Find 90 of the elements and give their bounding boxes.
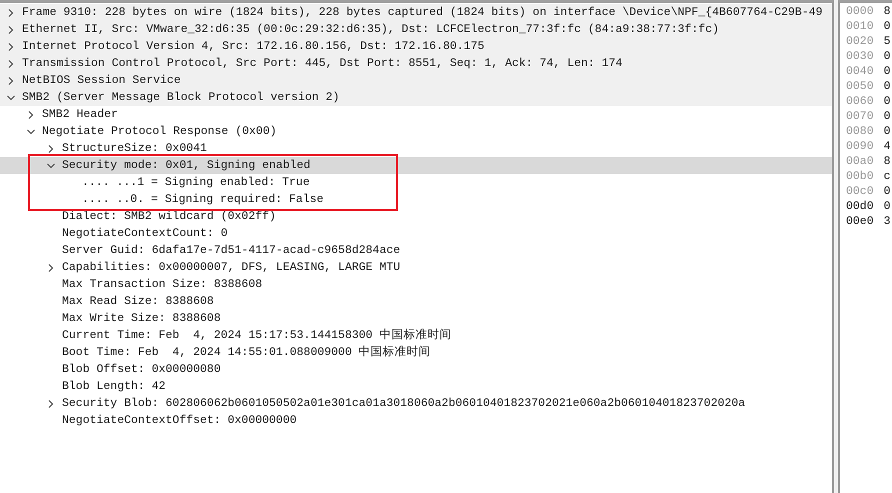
chevron-right-icon[interactable] [27, 110, 35, 118]
hex-bytes: 0 [884, 48, 891, 65]
hex-offset: 0050 [846, 78, 874, 95]
tree-row[interactable]: Transmission Control Protocol, Src Port: 445, Dst Port: 8551, Seq: 1, Ack: 74, Len: 174 [0, 55, 832, 72]
hex-offset: 00b0 [846, 168, 874, 185]
chevron-right-icon[interactable] [7, 60, 15, 68]
chevron-down-icon[interactable] [47, 162, 55, 170]
tree-label: Capabilities: 0x00000007, DFS, LEASING, LARGE MTU [62, 260, 400, 276]
chevron-right-icon[interactable] [7, 26, 15, 34]
tree-row[interactable]: Max Transaction Size: 8388608 [0, 276, 832, 293]
hex-bytes: 0 [884, 184, 891, 200]
tree-row[interactable]: Server Guid: 6dafa17e-7d51-4117-acad-c9658d284ace [0, 242, 832, 259]
tree-row[interactable]: Negotiate Protocol Response (0x00) [0, 123, 832, 140]
tree-label: .... ...1 = Signing enabled: True [82, 174, 310, 191]
tree-label: StructureSize: 0x0041 [62, 140, 207, 157]
tree-label: Max Transaction Size: 8388608 [62, 276, 262, 293]
tree-label: NetBIOS Session Service [22, 72, 181, 89]
tree-row[interactable]: Security Blob: 602806062b0601050502a01e301ca01a3018060a2b06010401823702021e060a2b06010401823702020a [0, 395, 832, 412]
tree-label: NegotiateContextOffset: 0x00000000 [62, 412, 297, 429]
tree-label: Security mode: 0x01, Signing enabled [62, 158, 310, 174]
tree-row[interactable]: .... ..0. = Signing required: False [0, 191, 832, 208]
chevron-right-icon[interactable] [47, 144, 55, 152]
tree-label: Ethernet II, Src: VMware_32:d6:35 (00:0c:29:32:d6:35), Dst: LCFCElectron_77:3f:fc (84:a9:38:77:3f:fc) [22, 22, 720, 38]
hex-offset: 0080 [846, 124, 874, 140]
hex-offset: 0040 [846, 64, 874, 80]
hex-offset: 00a0 [846, 154, 874, 170]
chevron-down-icon[interactable] [27, 128, 35, 136]
chevron-right-icon[interactable] [7, 42, 15, 50]
hex-offset: 00c0 [846, 184, 874, 200]
tree-row[interactable]: NegotiateContextCount: 0 [0, 225, 832, 242]
tree-label: SMB2 (Server Message Block Protocol version 2) [22, 90, 340, 106]
hex-bytes: 5 [884, 34, 891, 50]
tree-label: NegotiateContextCount: 0 [62, 226, 228, 242]
hex-bytes: 0 [884, 94, 891, 110]
tree-row[interactable]: Max Write Size: 8388608 [0, 310, 832, 327]
tree-label: Max Write Size: 8388608 [62, 310, 221, 327]
hex-bytes: 0 [884, 18, 891, 35]
tree-row[interactable]: Current Time: Feb 4, 2024 15:17:53.144158300 中国标准时间 [0, 327, 832, 344]
tree-label: Boot Time: Feb 4, 2024 14:55:01.088009000 中国标准时间 [62, 344, 431, 361]
hex-offset: 0070 [846, 108, 874, 125]
hex-bytes: c [884, 168, 891, 185]
tree-label: Transmission Control Protocol, Src Port: 445, Dst Port: 8551, Seq: 1, Ack: 74, Len: 174 [22, 56, 622, 72]
tree-row[interactable]: .... ...1 = Signing enabled: True [0, 174, 832, 191]
hex-offset: 0060 [846, 94, 874, 110]
hex-offset: 0020 [846, 34, 874, 50]
hex-offset: 0030 [846, 48, 874, 65]
tree-label: Security Blob: 602806062b0601050502a01e301ca01a3018060a2b06010401823702021e060a2b06010401823702020a [62, 396, 746, 412]
tree-row[interactable]: StructureSize: 0x0041 [0, 140, 832, 157]
hex-bytes: 4 [884, 138, 891, 155]
hex-bytes: 8 [884, 4, 891, 20]
tree-label: Max Read Size: 8388608 [62, 294, 214, 310]
hex-bytes: 0 [884, 108, 891, 125]
hex-offset: 00e0 [846, 214, 874, 230]
hex-offset: 0090 [846, 138, 874, 155]
tree-row[interactable]: Blob Offset: 0x00000080 [0, 361, 832, 378]
tree-row[interactable]: SMB2 (Server Message Block Protocol version 2) [0, 89, 832, 106]
chevron-right-icon[interactable] [47, 264, 55, 272]
hex-bytes: 0 [884, 78, 891, 95]
tree-row[interactable]: Security mode: 0x01, Signing enabled [0, 157, 832, 174]
hex-bytes: 0 [884, 64, 891, 80]
tree-label: Negotiate Protocol Response (0x00) [42, 124, 277, 140]
tree-row[interactable]: Boot Time: Feb 4, 2024 14:55:01.088009000 中国标准时间 [0, 344, 832, 361]
tree-row[interactable]: SMB2 Header [0, 106, 832, 123]
hex-bytes: 0 [884, 124, 891, 140]
tree-label: Blob Offset: 0x00000080 [62, 362, 221, 378]
tree-row[interactable]: Dialect: SMB2 wildcard (0x02ff) [0, 208, 832, 225]
tree-row[interactable]: Capabilities: 0x00000007, DFS, LEASING, LARGE MTU [0, 259, 832, 276]
tree-row[interactable]: Internet Protocol Version 4, Src: 172.16.80.156, Dst: 172.16.80.175 [0, 38, 832, 55]
hex-offset: 0010 [846, 18, 874, 35]
hex-bytes: 0 [884, 198, 891, 215]
tree-row[interactable]: NegotiateContextOffset: 0x00000000 [0, 412, 832, 429]
chevron-right-icon[interactable] [7, 8, 15, 16]
tree-label: Blob Length: 42 [62, 378, 166, 395]
tree-row[interactable]: Blob Length: 42 [0, 378, 832, 395]
tree-label: Current Time: Feb 4, 2024 15:17:53.144158300 中国标准时间 [62, 328, 452, 344]
hex-bytes: 8 [884, 154, 891, 170]
hex-offset: 0000 [846, 4, 874, 20]
chevron-right-icon[interactable] [7, 76, 15, 84]
tree-label: Server Guid: 6dafa17e-7d51-4117-acad-c9658d284ace [62, 242, 400, 259]
hex-bytes: 3 [884, 214, 891, 230]
hex-offset: 00d0 [846, 198, 874, 215]
tree-row[interactable]: Max Read Size: 8388608 [0, 293, 832, 310]
tree-row[interactable]: NetBIOS Session Service [0, 72, 832, 89]
tree-label: SMB2 Header [42, 106, 118, 123]
chevron-right-icon[interactable] [47, 400, 55, 408]
tree-label: Dialect: SMB2 wildcard (0x02ff) [62, 208, 276, 225]
tree-label: Internet Protocol Version 4, Src: 172.16.80.156, Dst: 172.16.80.175 [22, 38, 484, 55]
tree-label: .... ..0. = Signing required: False [82, 192, 324, 208]
chevron-down-icon[interactable] [7, 94, 15, 102]
tree-row[interactable]: Ethernet II, Src: VMware_32:d6:35 (00:0c:29:32:d6:35), Dst: LCFCElectron_77:3f:fc (84:a9:38:77:3f:fc) [0, 21, 832, 38]
